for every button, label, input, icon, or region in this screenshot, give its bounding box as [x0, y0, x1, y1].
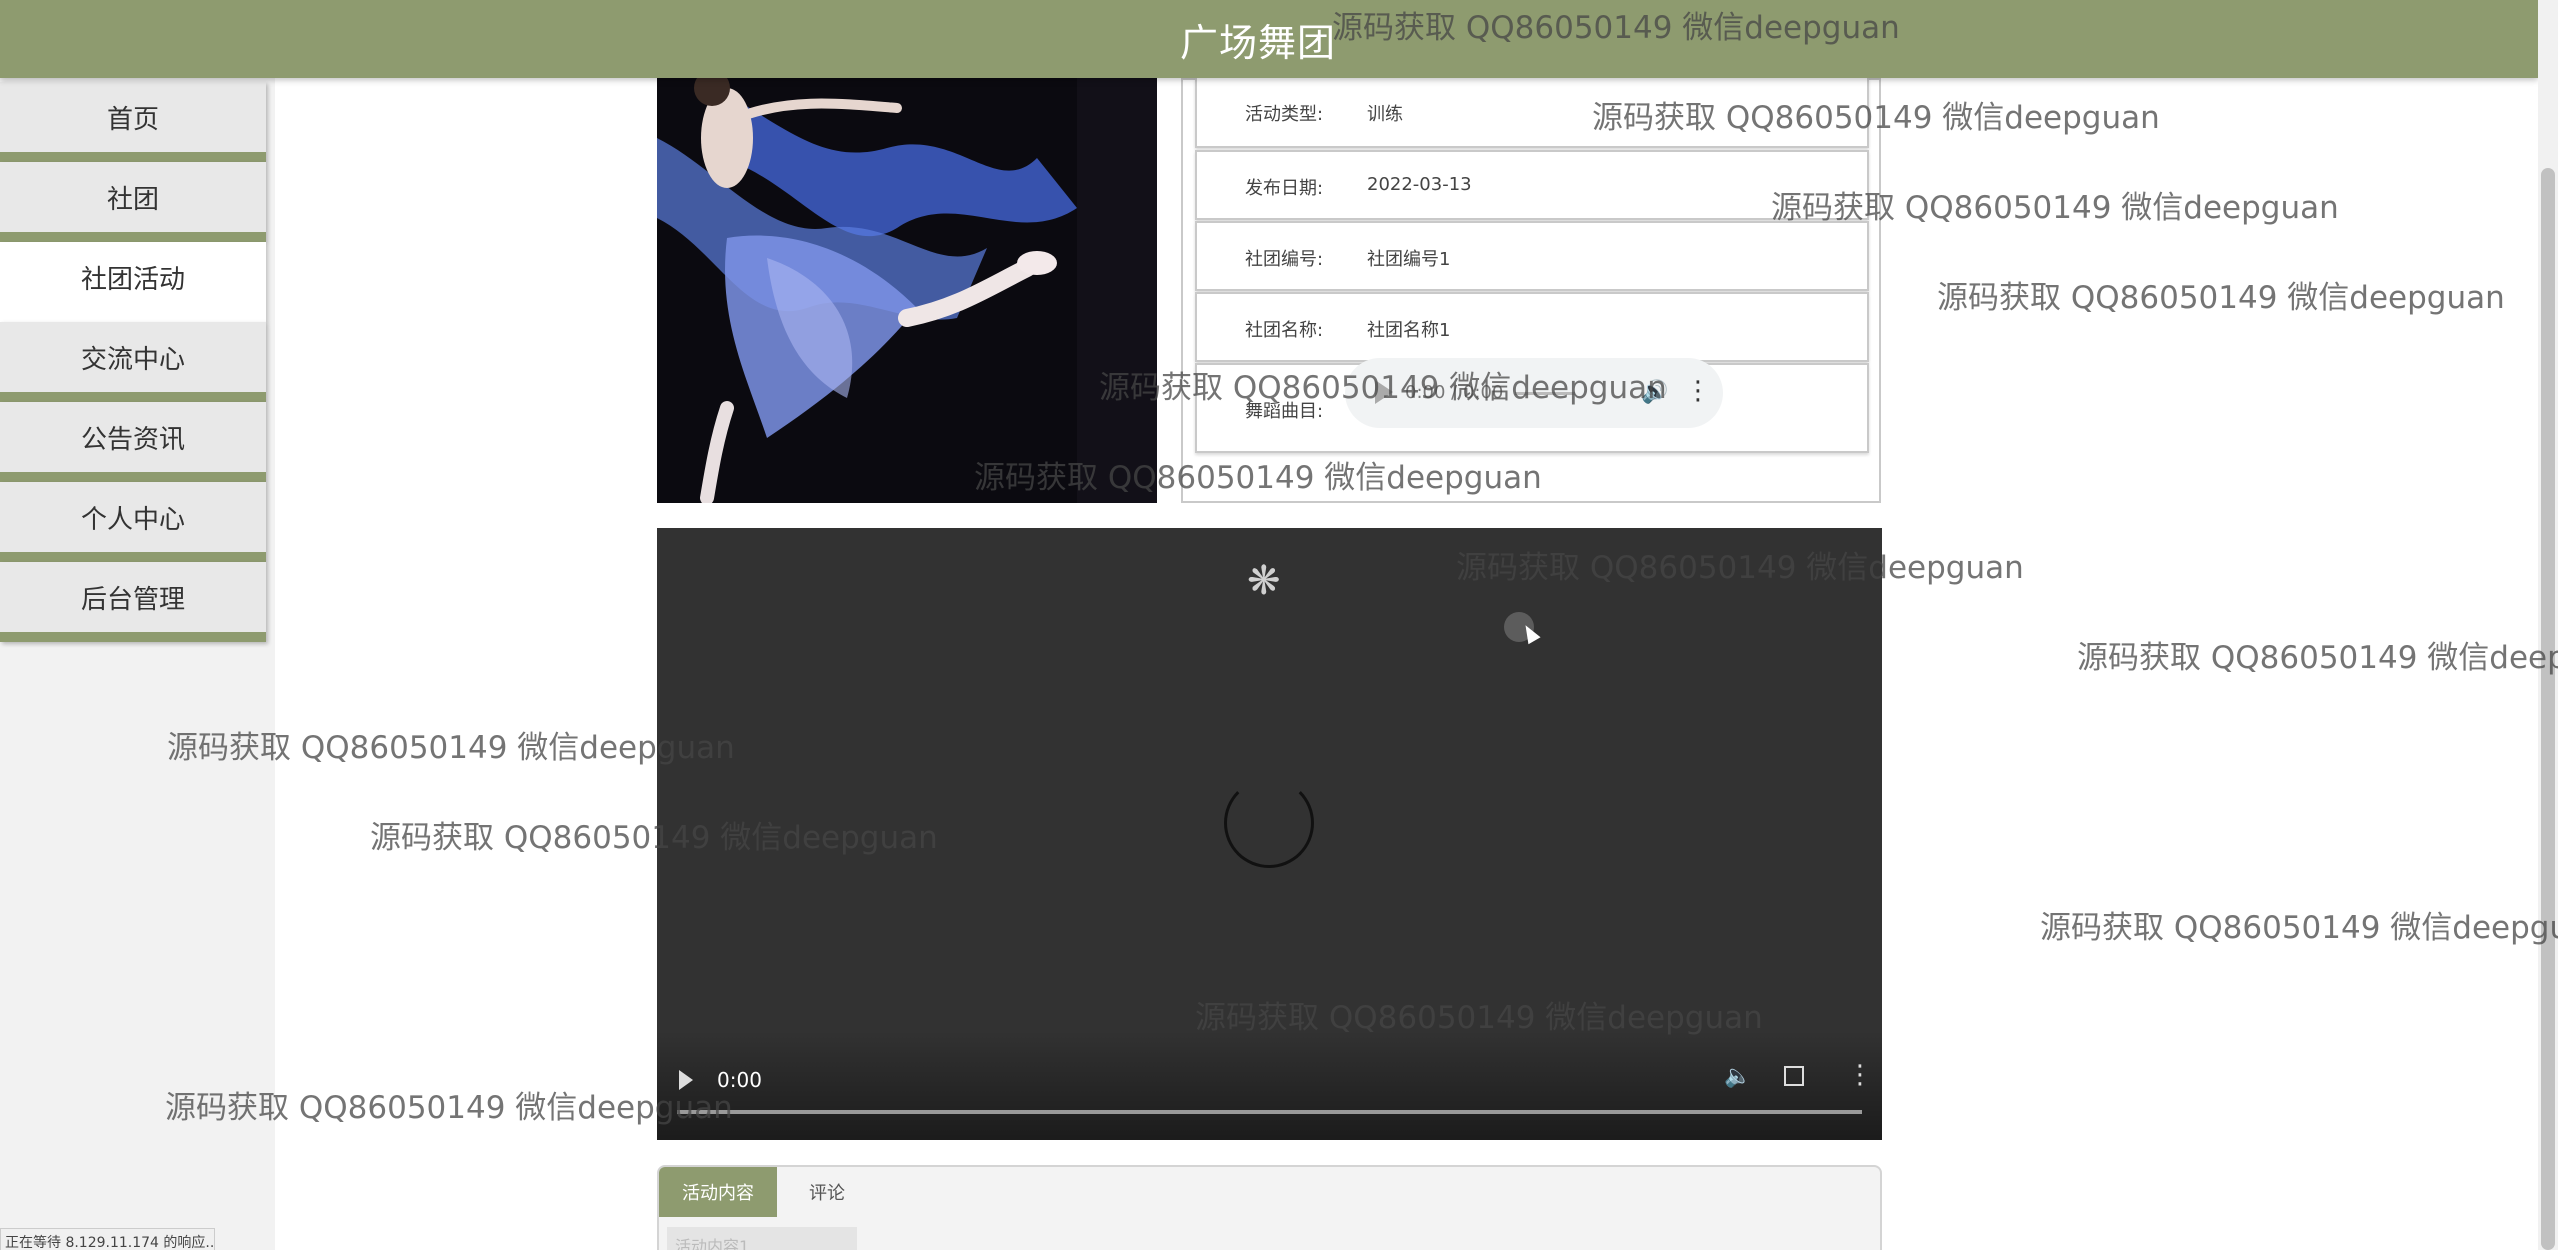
detail-value: 社团编号1 — [1367, 249, 1451, 270]
audio-volume-icon[interactable]: 🔊 — [1641, 380, 1668, 405]
activity-image — [657, 78, 1157, 503]
video-player[interactable]: ❋ 0:00 🔈 ⋮ — [657, 528, 1882, 1140]
site-title: 广场舞团 — [1180, 21, 1337, 65]
audio-player[interactable]: 0:00 / 0:00 🔊 ⋮ — [1345, 358, 1723, 428]
video-loading-spinner — [1224, 778, 1314, 868]
nav-item-label: 首页 — [106, 104, 159, 135]
tab-content-preview: 活动内容1 — [667, 1227, 857, 1250]
nav-item-label: 社团活动 — [80, 264, 185, 295]
nav-item-label: 交流中心 — [80, 344, 185, 375]
detail-row-club-number: 社团编号: 社团编号1 — [1195, 221, 1869, 291]
audio-more-icon[interactable]: ⋮ — [1685, 376, 1711, 406]
video-play-icon[interactable] — [679, 1070, 693, 1090]
tab-activity-content[interactable]: 活动内容 — [659, 1167, 777, 1217]
watermark-text: 源码获取 QQ86050149 微信deepguan — [2040, 910, 2558, 946]
nav-item-label: 后台管理 — [80, 584, 185, 615]
detail-label: 发布日期: — [1245, 178, 1324, 199]
audio-progress-track[interactable] — [1515, 392, 1575, 395]
detail-value: 训练 — [1367, 104, 1403, 125]
detail-value: 社团名称1 — [1367, 320, 1451, 341]
audio-play-icon[interactable] — [1375, 380, 1393, 404]
nav-item-label: 社团 — [106, 184, 159, 215]
activity-tabs: 活动内容 评论 活动内容1 — [657, 1165, 1882, 1250]
nav-item-announcements[interactable]: 公告资讯 — [0, 402, 266, 482]
detail-label: 舞蹈曲目: — [1245, 401, 1324, 422]
activity-details-panel: 活动类型: 训练 发布日期: 2022-03-13 社团编号: 社团编号1 社团… — [1181, 78, 1881, 503]
video-controls-gradient — [657, 1030, 1882, 1140]
nav-item-admin[interactable]: 后台管理 — [0, 562, 266, 642]
nav-item-home[interactable]: 首页 — [0, 82, 266, 162]
dancer-image — [657, 78, 1157, 503]
detail-label: 社团名称: — [1245, 320, 1324, 341]
video-time: 0:00 — [717, 1068, 762, 1092]
page-scrollbar[interactable] — [2538, 0, 2558, 1250]
nav-item-club-activities[interactable]: 社团活动 — [0, 242, 266, 322]
detail-label: 活动类型: — [1245, 104, 1324, 125]
nav-item-label: 个人中心 — [80, 504, 185, 535]
video-progress-bar[interactable] — [677, 1110, 1862, 1114]
audio-time: 0:00 / 0:00 — [1405, 382, 1504, 403]
video-more-icon[interactable]: ⋮ — [1847, 1060, 1873, 1090]
loading-icon: ❋ — [1247, 558, 1281, 604]
site-header: 广场舞团 — [0, 0, 2538, 78]
video-volume-icon[interactable]: 🔈 — [1724, 1064, 1751, 1089]
sidebar-nav: 首页 社团 社团活动 交流中心 公告资讯 个人中心 后台管理 — [0, 82, 266, 642]
detail-value: 2022-03-13 — [1367, 174, 1472, 195]
watermark-text: 源码获取 QQ86050149 微信deepguan — [1937, 280, 2505, 316]
video-fullscreen-icon[interactable] — [1784, 1066, 1804, 1086]
browser-status-bar: 正在等待 8.129.11.174 的响应... — [0, 1228, 215, 1250]
nav-item-personal-center[interactable]: 个人中心 — [0, 482, 266, 562]
watermark-text: 源码获取 QQ86050149 微信deepguan — [2077, 640, 2558, 676]
nav-item-club[interactable]: 社团 — [0, 162, 266, 242]
nav-item-label: 公告资讯 — [80, 424, 185, 455]
scrollbar-thumb[interactable] — [2541, 168, 2555, 1250]
detail-label: 社团编号: — [1245, 249, 1324, 270]
tab-comments[interactable]: 评论 — [777, 1167, 877, 1217]
detail-row-club-name: 社团名称: 社团名称1 — [1195, 292, 1869, 362]
detail-row-activity-type: 活动类型: 训练 — [1195, 78, 1869, 148]
detail-row-publish-date: 发布日期: 2022-03-13 — [1195, 150, 1869, 220]
nav-item-forum[interactable]: 交流中心 — [0, 322, 266, 402]
